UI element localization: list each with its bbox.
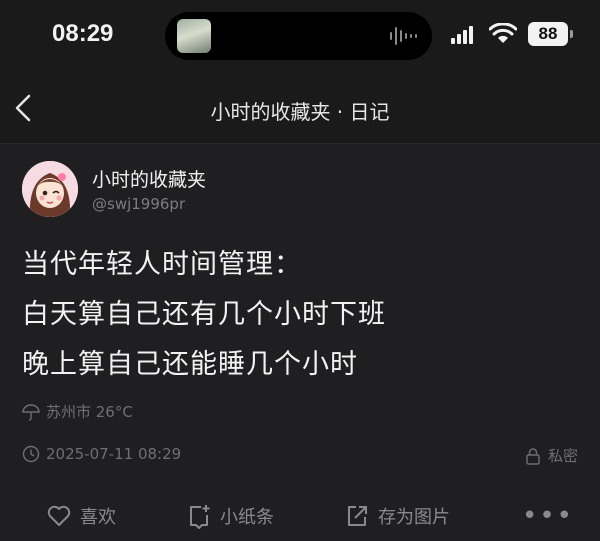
avatar[interactable]	[22, 161, 78, 217]
username[interactable]: 小时的收藏夹	[92, 165, 206, 192]
note-label: 小纸条	[220, 507, 274, 528]
battery-icon: 88	[528, 22, 573, 46]
status-time: 08:29	[52, 20, 114, 47]
more-button[interactable]: •••	[522, 501, 574, 531]
signal-icon	[451, 26, 473, 44]
content-line: 白天算自己还有几个小时下班	[22, 299, 386, 330]
wifi-icon	[489, 23, 517, 43]
dynamic-island[interactable]	[165, 12, 432, 60]
lock-icon	[526, 447, 540, 465]
status-bar: 08:29 88	[0, 0, 600, 72]
heart-icon	[47, 505, 71, 526]
audio-wave-icon	[390, 27, 417, 45]
clock-icon	[22, 445, 40, 463]
user-handle: @swj1996pr	[92, 195, 186, 213]
save-image-label: 存为图片	[378, 507, 450, 528]
avatar-illustration	[22, 161, 78, 217]
note-button[interactable]: 小纸条	[186, 503, 274, 529]
share-image-icon	[348, 506, 367, 526]
nav-title: 小时的收藏夹 · 日记	[210, 100, 390, 124]
diary-post: 小时的收藏夹 @swj1996pr 当代年轻人时间管理： 白天算自己还有几个小时…	[0, 145, 600, 541]
privacy-status[interactable]: 私密	[524, 445, 578, 466]
post-datetime: 2025-07-11 08:29	[22, 445, 181, 463]
datetime-text: 2025-07-11 08:29	[46, 445, 182, 463]
nav-bar: 小时的收藏夹 · 日记	[0, 72, 600, 144]
action-bar: 喜欢 小纸条 存为图片 •••	[0, 495, 600, 541]
like-button[interactable]: 喜欢	[46, 503, 116, 529]
privacy-text: 私密	[547, 447, 578, 465]
location-text: 苏州市 26°C	[46, 403, 133, 421]
content-line: 晚上算自己还能睡几个小时	[22, 349, 358, 380]
location-weather: 苏州市 26°C	[22, 401, 133, 422]
umbrella-icon	[22, 403, 40, 421]
post-content: 当代年轻人时间管理： 白天算自己还有几个小时下班 晚上算自己还能睡几个小时	[22, 240, 582, 390]
like-label: 喜欢	[80, 507, 116, 528]
add-note-icon	[190, 505, 210, 529]
content-line: 当代年轻人时间管理：	[22, 249, 302, 280]
save-image-button[interactable]: 存为图片	[344, 503, 450, 529]
media-thumbnail	[177, 19, 211, 53]
